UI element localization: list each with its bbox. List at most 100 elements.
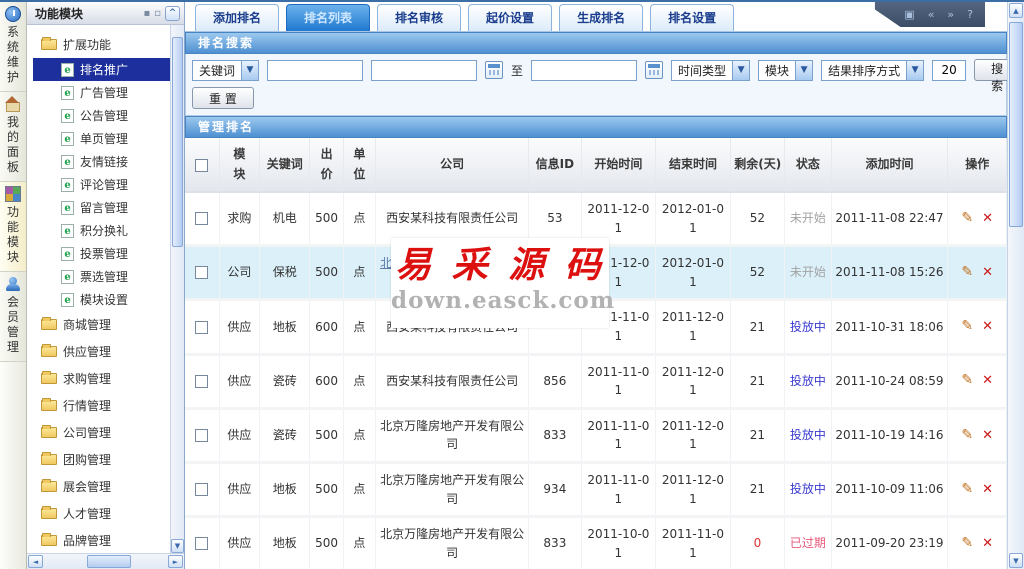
sidebar-item-公告管理[interactable]: e公告管理 <box>33 104 184 127</box>
collapse-panel-button[interactable]: ^ <box>165 6 180 21</box>
edit-icon[interactable]: ✎ <box>961 372 973 388</box>
window-icon[interactable]: ▫ <box>154 8 161 19</box>
sidebar-item-供应管理[interactable]: 供应管理 <box>33 338 184 365</box>
sidebar-item-单页管理[interactable]: e单页管理 <box>33 127 184 150</box>
edit-icon[interactable]: ✎ <box>961 481 973 497</box>
tab-添加排名[interactable]: 添加排名 <box>195 4 279 31</box>
sidebar-item-排名推广[interactable]: e排名推广 <box>33 58 171 81</box>
folder-icon <box>41 454 57 465</box>
keyword-input[interactable] <box>267 60 363 81</box>
rail-item-我的面板[interactable]: 我的面板 <box>0 92 26 182</box>
delete-icon[interactable]: ✕ <box>982 211 993 226</box>
sidebar-item-人才管理[interactable]: 人才管理 <box>33 500 184 527</box>
status-badge-cell: 未开始 <box>785 192 831 246</box>
scroll-down-icon[interactable]: ▼ <box>171 539 184 553</box>
edit-icon[interactable]: ✎ <box>961 210 973 226</box>
search-button[interactable]: 搜 索 <box>974 59 1007 81</box>
pin-icon[interactable]: ▪ <box>143 8 150 19</box>
end-date-input[interactable] <box>531 60 637 81</box>
row-checkbox[interactable] <box>195 537 208 550</box>
sidebar-item-求购管理[interactable]: 求购管理 <box>33 365 184 392</box>
info-id: 53 <box>547 211 562 225</box>
row-checkbox[interactable] <box>195 429 208 442</box>
sidebar-vertical-scrollbar[interactable]: ▼ <box>170 25 184 553</box>
edit-icon[interactable]: ✎ <box>961 535 973 551</box>
sidebar-item-友情链接[interactable]: e友情链接 <box>33 150 184 173</box>
scrollbar-thumb[interactable] <box>1009 22 1023 227</box>
tab-排名设置[interactable]: 排名设置 <box>650 4 734 31</box>
delete-icon[interactable]: ✕ <box>982 319 993 334</box>
status-badge: 已过期 <box>790 536 826 550</box>
tab-生成排名[interactable]: 生成排名 <box>559 4 643 31</box>
calendar-icon[interactable] <box>645 61 663 79</box>
scroll-down-icon[interactable]: ▼ <box>1009 553 1023 568</box>
select-all-checkbox[interactable] <box>195 159 208 172</box>
row-checkbox[interactable] <box>195 483 208 496</box>
column-header: 关键词 <box>260 138 310 192</box>
status-badge: 投放中 <box>790 482 826 496</box>
tab-排名审核[interactable]: 排名审核 <box>377 4 461 31</box>
forward-icon[interactable]: » <box>947 8 954 21</box>
delete-icon[interactable]: ✕ <box>982 373 993 388</box>
count-input[interactable] <box>932 60 966 81</box>
sidebar-item-票选管理[interactable]: e票选管理 <box>33 265 184 288</box>
delete-icon[interactable]: ✕ <box>982 265 993 280</box>
scrollbar-thumb[interactable] <box>172 37 183 247</box>
row-checkbox[interactable] <box>195 266 208 279</box>
edit-icon[interactable]: ✎ <box>961 264 973 280</box>
keyword-type-select[interactable]: 关键词 ▼ <box>192 60 259 81</box>
table-header-row: 模块关键词出价单位公司信息ID开始时间结束时间剩余(天)状态添加时间操作 <box>185 138 1007 192</box>
home-icon <box>5 96 21 112</box>
column-header-label: 关键词 <box>267 155 303 174</box>
row-checkbox[interactable] <box>195 375 208 388</box>
reset-button[interactable]: 重 置 <box>192 87 254 109</box>
sidebar-item-留言管理[interactable]: e留言管理 <box>33 196 184 219</box>
sidebar-item-行情管理[interactable]: 行情管理 <box>33 392 184 419</box>
sidebar-item-模块设置[interactable]: e模块设置 <box>33 288 184 311</box>
sidebar-item-评论管理[interactable]: e评论管理 <box>33 173 184 196</box>
tab-排名列表[interactable]: 排名列表 <box>286 4 370 31</box>
module-select[interactable]: 模块 ▼ <box>758 60 813 81</box>
remaining-days-cell: 21 <box>730 462 784 516</box>
column-header-label: 单位 <box>351 145 367 183</box>
company-name-cell: 北京万隆房地产开发有限公司 <box>375 517 528 569</box>
start-date-input[interactable] <box>371 60 477 81</box>
edit-icon[interactable]: ✎ <box>961 427 973 443</box>
delete-icon[interactable]: ✕ <box>982 428 993 443</box>
sidebar-item-商城管理[interactable]: 商城管理 <box>33 311 184 338</box>
time-type-select[interactable]: 时间类型 ▼ <box>671 60 750 81</box>
remaining-days-cell: 52 <box>730 246 784 300</box>
back-icon[interactable]: « <box>928 8 935 21</box>
sort-select[interactable]: 结果排序方式 ▼ <box>821 60 924 81</box>
folder-icon <box>41 319 57 330</box>
rail-item-功能模块[interactable]: 功能模块 <box>0 182 26 272</box>
rail-item-会员管理[interactable]: 会员管理 <box>0 272 26 362</box>
edit-icon[interactable]: ✎ <box>961 318 973 334</box>
scrollbar-thumb[interactable] <box>87 555 131 568</box>
sidebar-item-品牌管理[interactable]: 品牌管理 <box>33 527 184 553</box>
delete-icon[interactable]: ✕ <box>982 482 993 497</box>
calendar-icon[interactable] <box>485 61 503 79</box>
help-icon[interactable]: ? <box>967 8 973 21</box>
sidebar-item-扩展功能[interactable]: 扩展功能 <box>33 31 184 58</box>
row-checkbox[interactable] <box>195 212 208 225</box>
sidebar-item-广告管理[interactable]: e广告管理 <box>33 81 184 104</box>
delete-icon[interactable]: ✕ <box>982 536 993 551</box>
main-vertical-scrollbar[interactable]: ▲ ▼ <box>1007 2 1024 569</box>
tab-起价设置[interactable]: 起价设置 <box>468 4 552 31</box>
sidebar-item-公司管理[interactable]: 公司管理 <box>33 419 184 446</box>
column-header-label: 状态 <box>796 155 820 174</box>
table-row: 供应瓷砖500点北京万隆房地产开发有限公司8332011-11-012011-1… <box>185 408 1007 462</box>
scroll-up-icon[interactable]: ▲ <box>1009 3 1023 18</box>
watermark-url: down.easck.com <box>391 287 609 314</box>
sidebar-item-展会管理[interactable]: 展会管理 <box>33 473 184 500</box>
sidebar-item-积分换礼[interactable]: e积分换礼 <box>33 219 184 242</box>
scroll-left-icon[interactable]: ◄ <box>28 555 43 568</box>
sidebar-horizontal-scrollbar[interactable]: ◄ ► <box>27 553 184 569</box>
sidebar-item-投票管理[interactable]: e投票管理 <box>33 242 184 265</box>
row-checkbox[interactable] <box>195 321 208 334</box>
rail-item-系统维护[interactable]: 系统维护 <box>0 2 26 92</box>
scroll-right-icon[interactable]: ► <box>168 555 183 568</box>
grid-icon[interactable]: ▣ <box>904 8 914 21</box>
sidebar-item-团购管理[interactable]: 团购管理 <box>33 446 184 473</box>
